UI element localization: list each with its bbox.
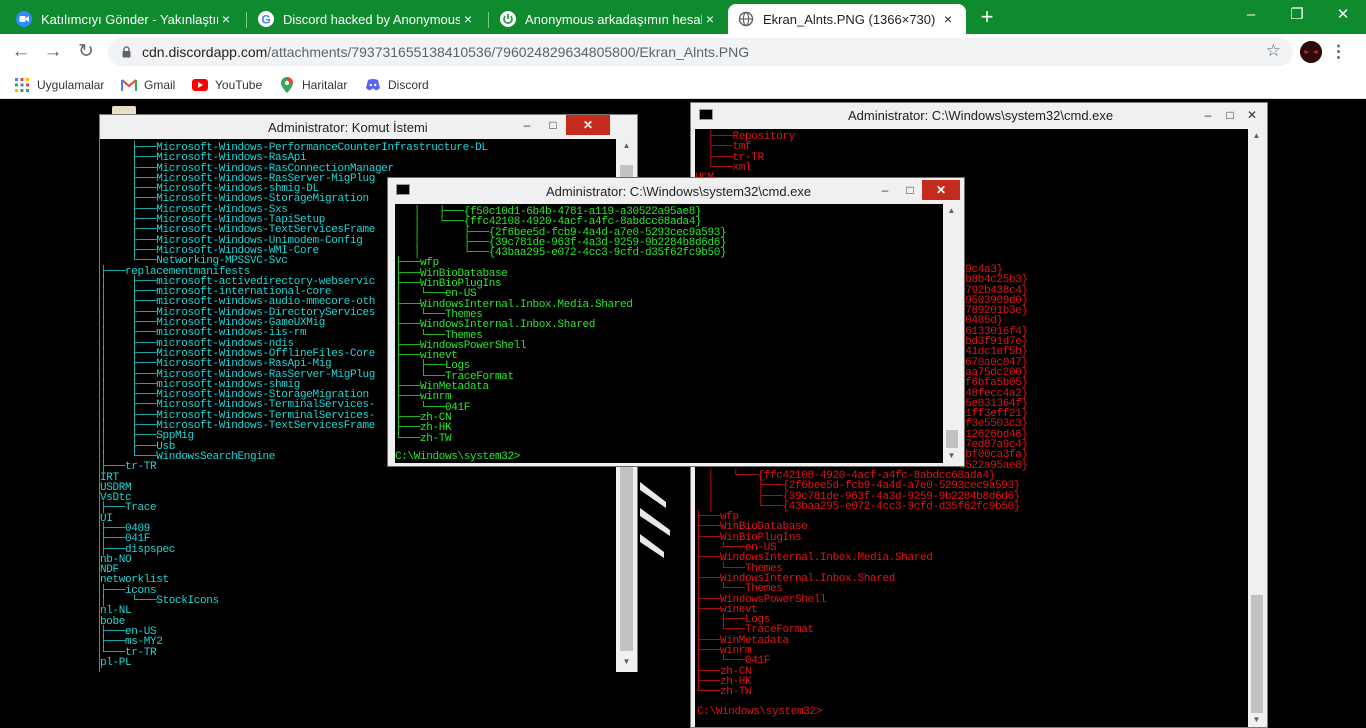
bookmarks-bar: Uygulamalar Gmail YouTube Haritalar Disc… bbox=[0, 70, 1366, 99]
close-button[interactable]: ✕ bbox=[1241, 105, 1263, 125]
bookmark-maps[interactable]: Haritalar bbox=[279, 76, 347, 94]
bookmark-youtube[interactable]: YouTube bbox=[192, 76, 262, 94]
window-title: Administrator: C:\Windows\system32\cmd.e… bbox=[546, 184, 812, 199]
tab-divider bbox=[488, 12, 489, 28]
tab-title: Discord hacked by Anonymous n bbox=[283, 11, 460, 27]
maximize-button[interactable]: □ bbox=[898, 180, 922, 200]
tab-close-icon[interactable]: × bbox=[460, 11, 476, 27]
scroll-up-arrow-icon[interactable]: ▲ bbox=[618, 139, 635, 153]
window-minimize-button[interactable]: – bbox=[1228, 0, 1274, 30]
discord-icon bbox=[365, 77, 381, 93]
window-title: Administrator: Komut İstemi bbox=[268, 120, 428, 135]
window-title: Administrator: C:\Windows\system32\cmd.e… bbox=[848, 108, 1114, 123]
window-close-button[interactable]: ✕ bbox=[1320, 0, 1366, 30]
globe-icon bbox=[738, 11, 754, 27]
minimize-button[interactable]: – bbox=[1197, 105, 1219, 125]
google-icon: G bbox=[258, 11, 274, 27]
bookmark-label: Gmail bbox=[144, 78, 176, 92]
tab-discord-hacked[interactable]: G Discord hacked by Anonymous n × bbox=[248, 4, 486, 34]
tab-ekran-png[interactable]: Ekran_Alnts.PNG (1366×730) × bbox=[728, 4, 966, 34]
cmd-icon bbox=[699, 109, 713, 120]
cmd-window-green[interactable]: Administrator: C:\Windows\system32\cmd.e… bbox=[387, 177, 965, 467]
close-button[interactable]: ✕ bbox=[922, 180, 960, 200]
new-tab-button[interactable]: + bbox=[976, 5, 998, 29]
gmail-icon bbox=[121, 77, 137, 93]
maximize-button[interactable]: □ bbox=[1219, 105, 1241, 125]
background-stripes bbox=[640, 482, 670, 558]
bookmark-discord[interactable]: Discord bbox=[365, 76, 429, 94]
svg-text:G: G bbox=[261, 13, 270, 27]
tab-strip: Katılımcıyı Gönder - Yakınlaştır × G Dis… bbox=[0, 0, 1366, 34]
bookmark-label: Haritalar bbox=[302, 78, 348, 92]
window-titlebar[interactable]: Administrator: C:\Windows\system32\cmd.e… bbox=[691, 103, 1267, 127]
window-maximize-button[interactable]: ❐ bbox=[1274, 0, 1320, 30]
maximize-button[interactable]: □ bbox=[540, 115, 566, 135]
url-domain: cdn.discordapp.com bbox=[142, 44, 268, 60]
tab-anonymous-hesap[interactable]: Anonymous arkadaşımın hesabın × bbox=[490, 4, 728, 34]
zoom-icon bbox=[16, 11, 32, 27]
bookmark-star-icon[interactable]: ☆ bbox=[1266, 41, 1281, 61]
lock-icon[interactable] bbox=[122, 46, 131, 58]
forward-button[interactable]: → bbox=[42, 41, 64, 63]
console-text-right: b9c4a3} bb8b4c25b3} 5792b438c4} 89503909… bbox=[959, 264, 1028, 472]
window-titlebar[interactable]: Administrator: Komut İstemi – □ ✕ bbox=[100, 115, 637, 139]
scrollbar[interactable]: ▲ ▼ bbox=[943, 204, 961, 463]
console-output[interactable]: │ ├───{f50c10d1-6b4b-4781-a119-a30522a95… bbox=[395, 204, 943, 463]
console-prompt[interactable]: C:\Windows\system32> bbox=[395, 451, 520, 462]
minimize-button[interactable]: – bbox=[872, 180, 898, 200]
tab-close-icon[interactable]: × bbox=[218, 11, 234, 27]
browser-toolbar: ← → ↻ cdn.discordapp.com/attachments/793… bbox=[0, 34, 1366, 70]
close-button[interactable]: ✕ bbox=[566, 115, 610, 135]
power-icon bbox=[500, 11, 516, 27]
scroll-down-arrow-icon[interactable]: ▼ bbox=[618, 655, 635, 669]
console-prompt[interactable]: C:\Windows\system32> bbox=[697, 706, 822, 717]
tab-divider bbox=[246, 12, 247, 28]
back-button[interactable]: ← bbox=[10, 41, 32, 63]
image-viewport: Administrator: Komut İstemi – □ ✕ ├───Mi… bbox=[0, 100, 1366, 728]
bookmark-apps[interactable]: Uygulamalar bbox=[14, 76, 104, 94]
scroll-up-arrow-icon[interactable]: ▲ bbox=[943, 204, 960, 218]
bookmark-gmail[interactable]: Gmail bbox=[121, 76, 175, 94]
tab-title: Katılımcıyı Gönder - Yakınlaştır bbox=[41, 11, 218, 27]
tab-title: Ekran_Alnts.PNG (1366×730) bbox=[763, 11, 936, 27]
scrollbar[interactable]: ▲ ▼ bbox=[1248, 129, 1266, 727]
scroll-down-arrow-icon[interactable]: ▼ bbox=[943, 449, 960, 463]
scrollbar-thumb[interactable] bbox=[946, 430, 958, 448]
maps-pin-icon bbox=[279, 77, 295, 93]
tab-close-icon[interactable]: × bbox=[940, 11, 956, 27]
menu-icon[interactable]: ⋮ bbox=[1330, 40, 1347, 64]
bookmark-label: YouTube bbox=[215, 78, 263, 92]
console-text-bottom: │ └───{ffc42108-4920-4acf-a4fc-8abdcc68a… bbox=[695, 470, 1021, 699]
cmd-icon bbox=[396, 184, 410, 195]
bookmark-label: Discord bbox=[388, 78, 429, 92]
reload-button[interactable]: ↻ bbox=[75, 41, 97, 63]
minimize-button[interactable]: – bbox=[514, 115, 540, 135]
scroll-down-arrow-icon[interactable]: ▼ bbox=[1248, 713, 1265, 727]
scrollbar-thumb[interactable] bbox=[1251, 595, 1263, 713]
url-text[interactable]: cdn.discordapp.com/attachments/793731655… bbox=[142, 44, 749, 60]
tab-close-icon[interactable]: × bbox=[702, 11, 718, 27]
tab-zoom[interactable]: Katılımcıyı Gönder - Yakınlaştır × bbox=[6, 4, 244, 34]
youtube-icon bbox=[192, 77, 208, 93]
tab-title: Anonymous arkadaşımın hesabın bbox=[525, 11, 702, 27]
apps-grid-icon bbox=[14, 77, 30, 93]
address-bar[interactable]: cdn.discordapp.com/attachments/793731655… bbox=[108, 38, 1293, 66]
profile-avatar[interactable] bbox=[1300, 41, 1322, 63]
console-text-top: ├───Repository ├───tmf ├───tr-TR └───xml… bbox=[695, 131, 796, 183]
window-titlebar[interactable]: Administrator: C:\Windows\system32\cmd.e… bbox=[388, 178, 964, 202]
console-text: │ ├───{f50c10d1-6b4b-4781-a119-a30522a95… bbox=[395, 206, 727, 445]
bookmark-label: Uygulamalar bbox=[37, 78, 105, 92]
scroll-up-arrow-icon[interactable]: ▲ bbox=[1248, 129, 1265, 143]
url-path: /attachments/793731655138410536/79602482… bbox=[267, 44, 750, 60]
